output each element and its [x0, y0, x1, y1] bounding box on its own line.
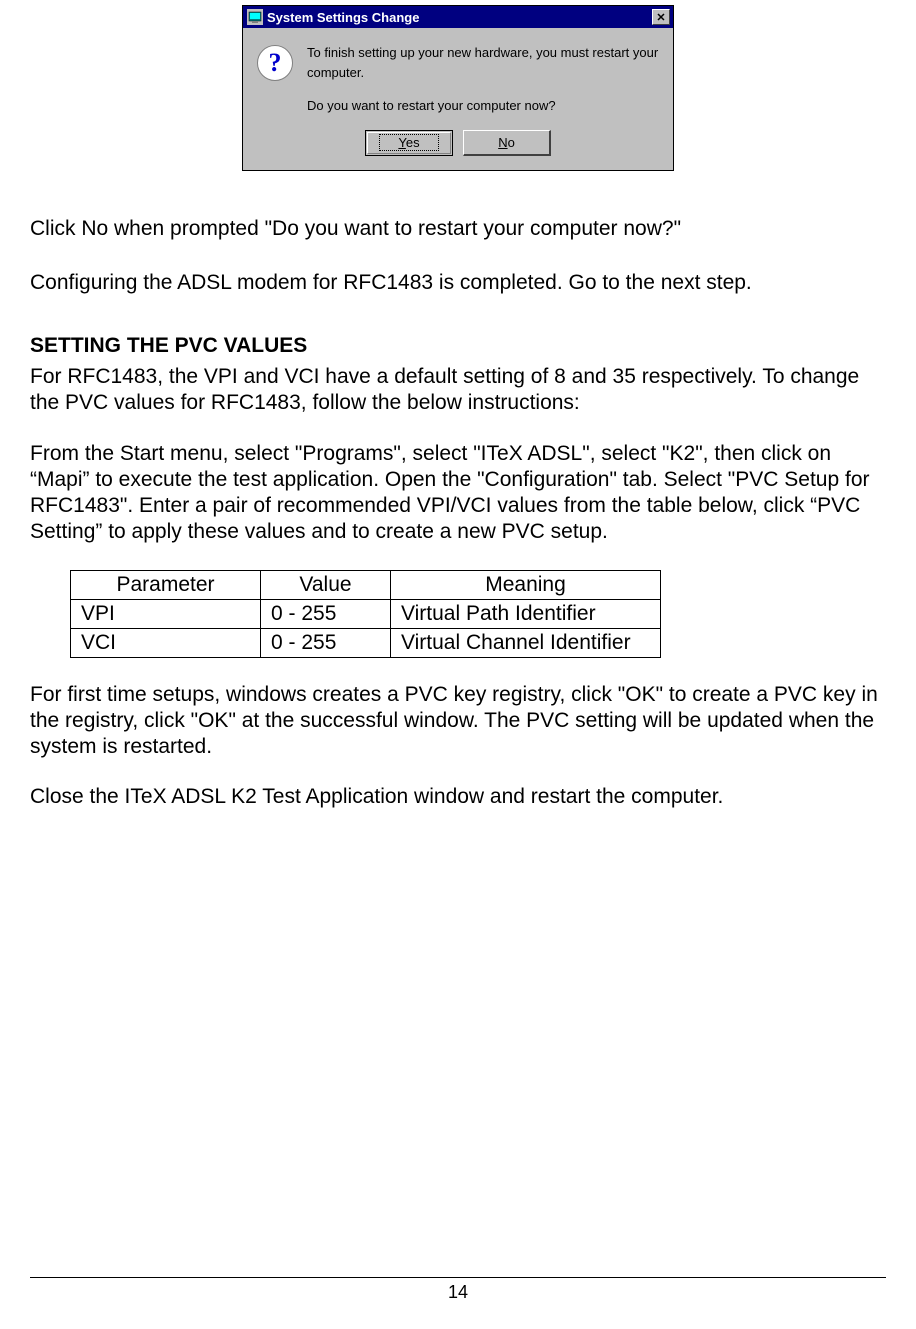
table-cell-meaning: Virtual Channel Identifier — [391, 628, 661, 657]
yes-button-label: Yes — [379, 134, 438, 151]
table-header-meaning: Meaning — [391, 570, 661, 599]
paragraph-instruction-4: From the Start menu, select "Programs", … — [30, 441, 886, 546]
table-header-row: Parameter Value Meaning — [71, 570, 661, 599]
paragraph-instruction-1: Click No when prompted "Do you want to r… — [30, 216, 886, 242]
paragraph-instruction-2: Configuring the ADSL modem for RFC1483 i… — [30, 270, 886, 296]
table-row: VCI 0 - 255 Virtual Channel Identifier — [71, 628, 661, 657]
close-button[interactable]: ✕ — [652, 9, 670, 25]
dialog-title: System Settings Change — [267, 10, 419, 25]
table-header-parameter: Parameter — [71, 570, 261, 599]
question-icon: ? — [257, 45, 293, 81]
table-cell-meaning: Virtual Path Identifier — [391, 599, 661, 628]
no-button-label: No — [498, 135, 515, 150]
no-button[interactable]: No — [463, 130, 551, 156]
dialog-message-line1: To finish setting up your new hardware, … — [307, 43, 659, 82]
pvc-values-table: Parameter Value Meaning VPI 0 - 255 Virt… — [70, 570, 661, 658]
table-cell-value: 0 - 255 — [261, 628, 391, 657]
yes-button[interactable]: Yes — [365, 130, 453, 156]
section-heading: SETTING THE PVC VALUES — [30, 334, 886, 358]
paragraph-instruction-3: For RFC1483, the VPI and VCI have a defa… — [30, 364, 886, 417]
table-row: VPI 0 - 255 Virtual Path Identifier — [71, 599, 661, 628]
dialog-titlebar: System Settings Change ✕ — [243, 6, 673, 28]
table-cell-value: 0 - 255 — [261, 599, 391, 628]
table-cell-parameter: VCI — [71, 628, 261, 657]
paragraph-instruction-6: Close the ITeX ADSL K2 Test Application … — [30, 784, 886, 810]
close-icon: ✕ — [656, 11, 665, 24]
table-header-value: Value — [261, 570, 391, 599]
page-footer: 14 — [30, 1277, 886, 1303]
system-settings-dialog: System Settings Change ✕ ? To finish set… — [242, 5, 674, 171]
page-number: 14 — [448, 1282, 468, 1302]
dialog-screenshot: System Settings Change ✕ ? To finish set… — [30, 0, 886, 171]
dialog-message: To finish setting up your new hardware, … — [307, 43, 659, 116]
paragraph-instruction-5: For first time setups, windows creates a… — [30, 682, 886, 761]
system-icon — [247, 9, 263, 25]
dialog-message-line2: Do you want to restart your computer now… — [307, 96, 659, 116]
table-cell-parameter: VPI — [71, 599, 261, 628]
